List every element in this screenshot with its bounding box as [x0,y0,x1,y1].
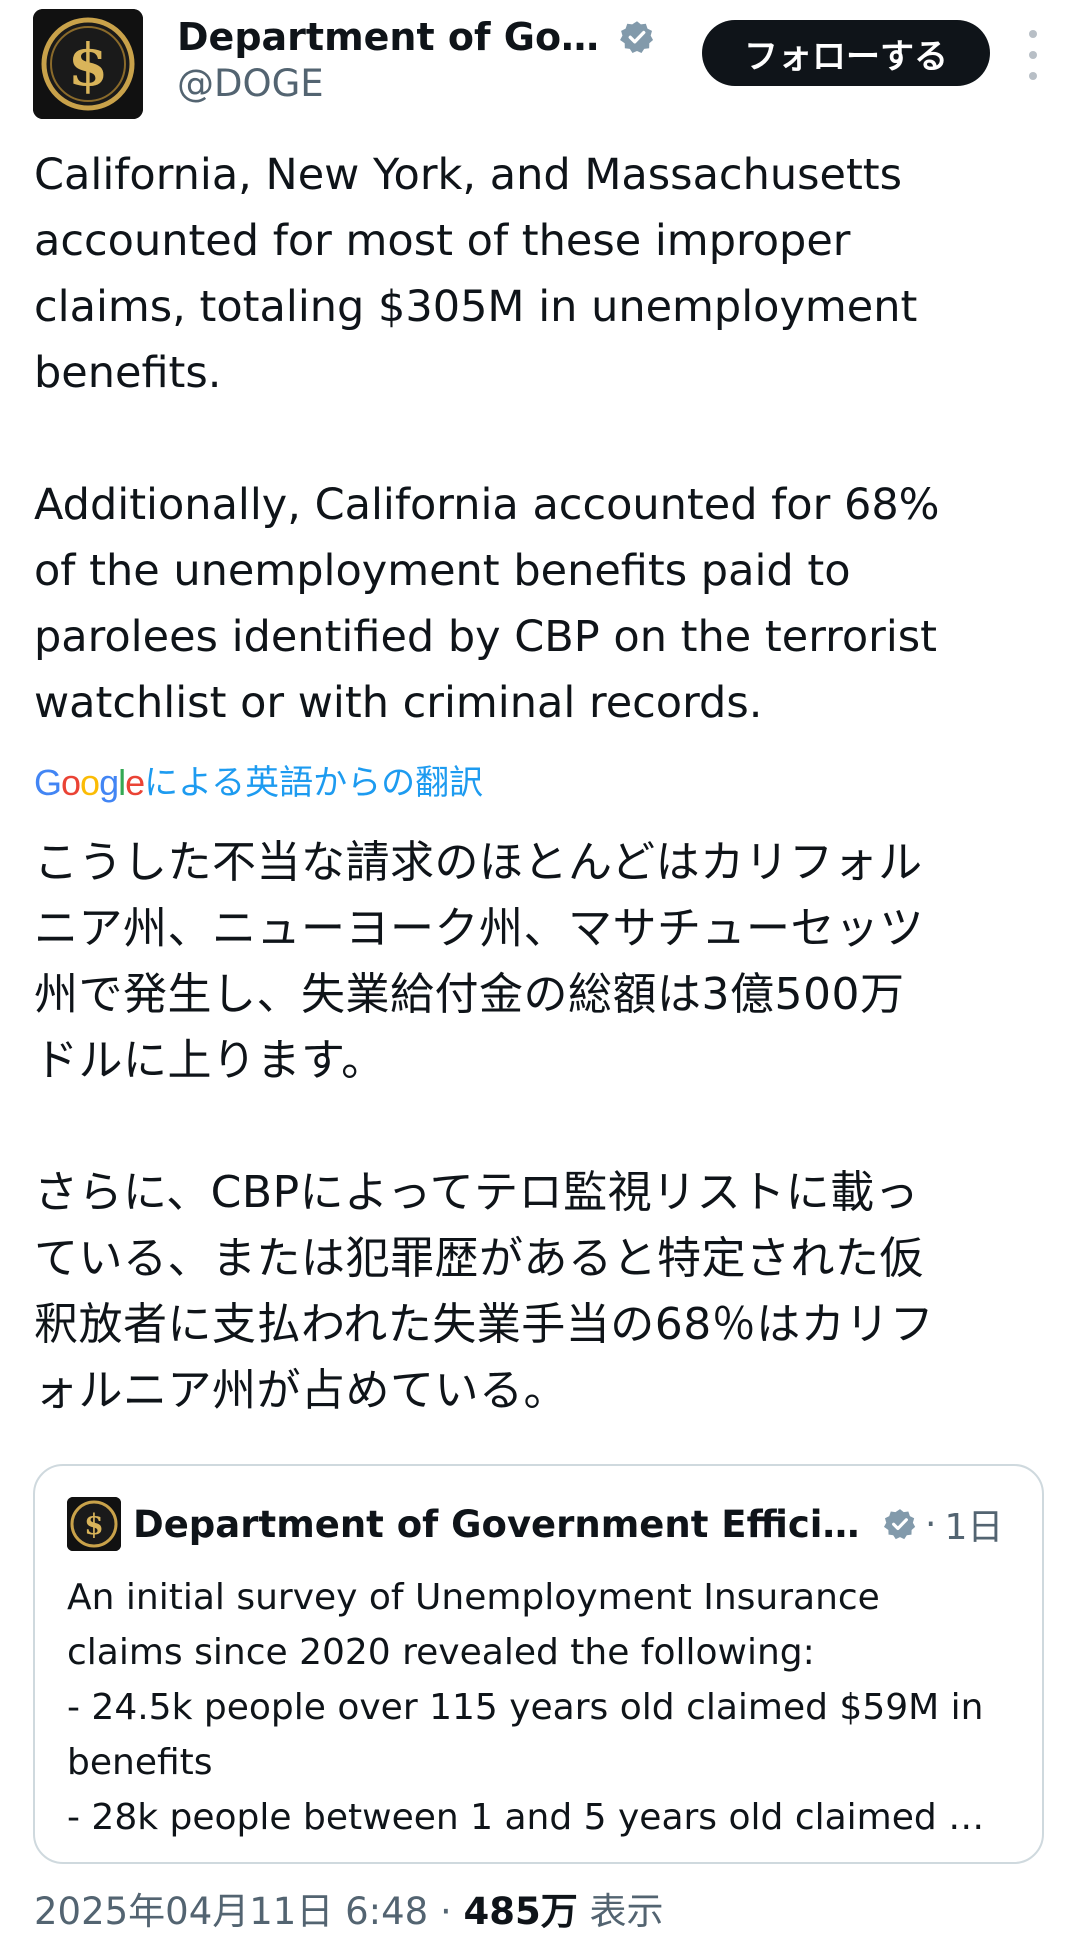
quoted-tweet-header: $ Department of Government Efficien… · 1… [67,1496,1003,1552]
follow-button[interactable]: フォローする [702,20,990,86]
dollar-coin-logo-icon: $ [33,9,143,119]
translated-line: ォルニア州が占めている。 [34,1365,568,1416]
tweet-text: California, New York, and Massachusetts … [34,142,1054,736]
quoted-line: claims since 2020 revealed the following… [67,1632,815,1673]
translated-line: 釈放者に支払われた失業手当の68％はカリフ [34,1299,935,1350]
translated-line: ている、または犯罪歴があると特定された仮 [34,1233,924,1284]
quoted-author-avatar: $ [67,1497,121,1551]
translation-link[interactable]: による英語からの翻訳 [144,760,483,806]
dollar-coin-logo-icon: $ [67,1497,121,1551]
dot [1029,51,1037,59]
tweet-timestamp[interactable]: 2025年04月11日 6:48 [34,1890,428,1933]
tweet-line: Additionally, California accounted for 6… [34,480,940,530]
quoted-timestamp: 1日 [944,1507,1004,1548]
google-logo: Google [34,762,145,803]
translated-line: 州で発生し、失業給付金の総額は3億500万 [34,969,905,1020]
translated-line: ドルに上ります。 [34,1035,386,1086]
tweet-line: accounted for most of these improper [34,216,851,266]
dot [1029,72,1037,80]
quoted-tweet-card[interactable]: $ Department of Government Efficien… · 1… [33,1464,1044,1864]
views-count: 485万 [463,1890,578,1933]
views-label: 表示 [589,1890,664,1933]
tweet-meta: 2025年04月11日 6:48 · 485万 表示 [34,1886,663,1938]
verified-badge-icon [619,19,655,55]
translated-text: こうした不当な請求のほとんどはカリフォル ニア州、ニューヨーク州、マサチューセッ… [34,830,1074,1424]
quoted-line: benefits [67,1742,213,1783]
author-avatar[interactable]: $ [33,9,143,119]
tweet-line: watchlist or with criminal records. [34,678,763,728]
svg-text:$: $ [68,31,108,99]
quoted-author-name: Department of Government Efficien… [133,1502,873,1546]
quoted-line: An initial survey of Unemployment Insura… [67,1577,880,1618]
meta-separator: · [439,1890,452,1933]
tweet-line: benefits. [34,348,222,398]
tweet-line: California, New York, and Massachusetts [34,150,903,200]
translated-line: ニア州、ニューヨーク州、マサチューセッツ [34,903,924,954]
translated-line: さらに、CBPによってテロ監視リストに載っ [34,1167,920,1218]
tweet-line: claims, totaling $305M in unemployment [34,282,918,332]
author-display-name[interactable]: Department of Gove… [177,15,607,59]
svg-text:$: $ [84,1508,103,1541]
quoted-line: - 24.5k people over 115 years old claime… [67,1687,984,1728]
author-handle[interactable]: @DOGE [177,62,324,105]
translated-line: こうした不当な請求のほとんどはカリフォル [34,837,923,888]
quoted-tweet-text: An initial survey of Unemployment Insura… [67,1570,1027,1845]
author-name-row[interactable]: Department of Gove… [177,12,655,62]
tweet-line: of the unemployment benefits paid to [34,546,851,596]
quoted-line: - 28k people between 1 and 5 years old c… [67,1797,985,1838]
quoted-separator: · [925,1503,937,1545]
more-options-icon[interactable] [1018,30,1048,80]
verified-badge-icon [883,1507,917,1541]
tweet-line: parolees identified by CBP on the terror… [34,612,938,662]
translation-attribution[interactable]: Google による英語からの翻訳 [34,760,483,806]
dot [1029,30,1037,38]
